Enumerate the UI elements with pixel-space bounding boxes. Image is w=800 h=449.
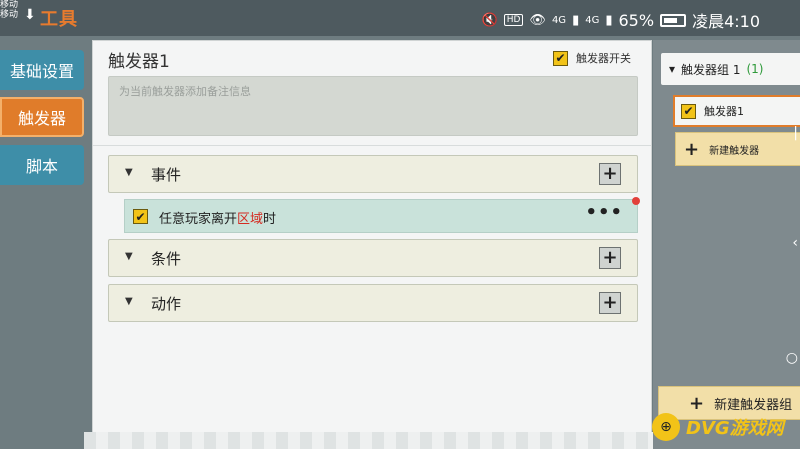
section-condition-label: 条件 — [151, 250, 182, 268]
chevron-down-icon[interactable]: ▾ — [669, 62, 675, 76]
watermark: ⊕ DVG游戏网 — [652, 405, 800, 449]
trigger-list-item[interactable]: ✔ 触发器1 — [673, 95, 800, 127]
app-title: 工具 — [40, 9, 78, 30]
battery-percent: 65% — [618, 10, 655, 30]
home-circle-icon[interactable]: ○ — [786, 350, 798, 366]
trigger-list-panel: ▾ 触发器组 1 (1) ✔ 触发器1 + 新建触发器 + 新建触发器组 | ‹… — [653, 40, 800, 449]
new-trigger-button[interactable]: + 新建触发器 — [675, 132, 800, 166]
add-event-button[interactable]: + — [599, 163, 621, 185]
signal-bars-icon: ▮ — [572, 12, 580, 28]
event-text-after: 时 — [263, 212, 277, 227]
plus-icon: + — [684, 138, 700, 160]
new-trigger-label: 新建触发器 — [709, 145, 760, 157]
tab-script[interactable]: 脚本 — [0, 145, 84, 185]
section-condition[interactable]: ▼ 条件 + — [108, 239, 638, 277]
event-text-highlight[interactable]: 区域 — [237, 212, 263, 227]
tab-basic-settings[interactable]: 基础设置 — [0, 50, 84, 90]
divider — [93, 145, 651, 146]
trigger-switch[interactable]: ✔ 触发器开关 — [553, 50, 631, 66]
event-text-before: 任意玩家离开 — [159, 212, 238, 227]
bottom-strip — [84, 432, 660, 449]
more-options-icon[interactable]: ••• — [585, 202, 623, 223]
trigger-title: 触发器1 — [108, 52, 170, 72]
tab-triggers[interactable]: 触发器 — [0, 97, 84, 137]
mute-icon: 🔇 — [481, 12, 498, 28]
hd-badge: HD — [503, 14, 524, 26]
section-event[interactable]: ▼ 事件 + — [108, 155, 638, 193]
collapse-triangle-icon[interactable]: ▼ — [125, 251, 133, 262]
notification-line-2: 移动 — [0, 10, 19, 20]
note-placeholder: 为当前触发器添加备注信息 — [119, 85, 251, 98]
add-condition-button[interactable]: + — [599, 247, 621, 269]
notification-text: 移动 移动 — [0, 0, 18, 20]
trigger-editor-panel: 触发器1 ✔ 触发器开关 为当前触发器添加备注信息 ▼ 事件 + ✔ 任意玩家离… — [92, 40, 652, 440]
battery-icon — [660, 13, 687, 27]
tab-script-label: 脚本 — [25, 157, 58, 176]
tab-triggers-label: 触发器 — [17, 109, 66, 128]
event-text: 任意玩家离开区域时 — [159, 208, 276, 227]
signal-1: 4G — [551, 14, 567, 26]
trigger-switch-label: 触发器开关 — [576, 52, 631, 65]
trigger-group-header[interactable]: ▾ 触发器组 1 (1) — [661, 53, 800, 85]
collapse-triangle-icon[interactable]: ▼ — [125, 167, 133, 178]
event-row[interactable]: ✔ 任意玩家离开区域时 ••• — [124, 197, 640, 233]
add-action-button[interactable]: + — [599, 292, 621, 314]
section-event-label: 事件 — [151, 166, 182, 184]
checkbox-checked-icon[interactable]: ✔ — [681, 103, 696, 119]
back-arrow-icon[interactable]: ‹ — [792, 235, 798, 251]
section-action[interactable]: ▼ 动作 + — [108, 284, 638, 322]
status-bar: 移动 移动 ⬇ 工具 🔇 HD 👁 4G ▮ 4G ▮ 65% 凌晨4:10 — [0, 0, 800, 36]
trigger-group-count: (1) — [746, 62, 764, 76]
watermark-text: DVG游戏网 — [686, 418, 784, 439]
checkbox-checked-icon[interactable]: ✔ — [553, 50, 568, 66]
note-input[interactable]: 为当前触发器添加备注信息 — [108, 76, 638, 136]
edge-handle-icon[interactable]: | — [793, 125, 798, 141]
clock: 凌晨4:10 — [692, 12, 760, 31]
notification-line-1: 移动 — [0, 0, 19, 10]
collapse-triangle-icon[interactable]: ▼ — [125, 296, 133, 307]
trigger-item-label: 触发器1 — [704, 105, 744, 118]
gamepad-icon: ⊕ — [652, 413, 680, 441]
status-icons: 🔇 HD 👁 4G ▮ 4G ▮ 65% 凌晨4:10 — [482, 8, 760, 32]
signal-bars-icon-2: ▮ — [605, 12, 613, 28]
download-icon: ⬇ — [24, 7, 36, 23]
eye-icon: 👁 — [529, 12, 546, 28]
trigger-group-label: 触发器组 1 — [681, 62, 741, 77]
alert-dot — [632, 197, 640, 205]
tab-basic-settings-label: 基础设置 — [9, 62, 74, 81]
section-action-label: 动作 — [151, 295, 182, 313]
signal-2: 4G — [585, 14, 600, 26]
event-checkbox-icon[interactable]: ✔ — [133, 209, 148, 224]
